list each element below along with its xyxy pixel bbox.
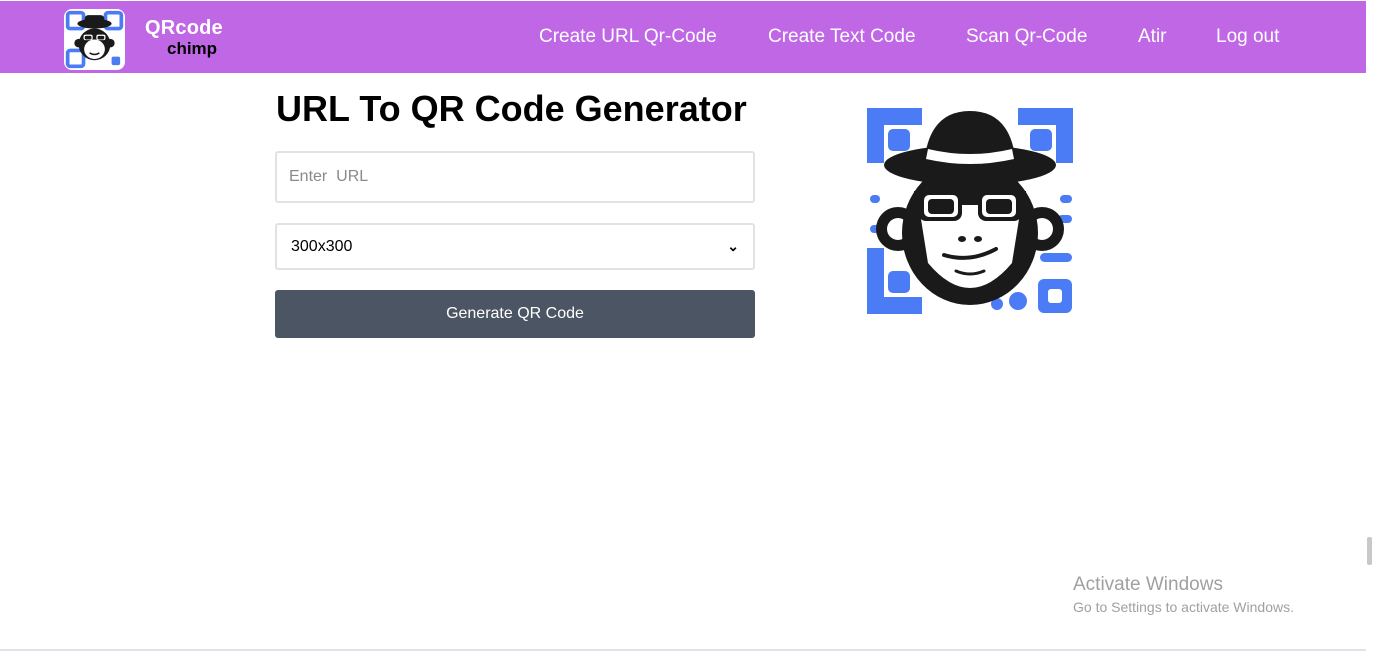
chevron-down-icon: ⌄ [727,238,739,254]
nav-user-atir[interactable]: Atir [1138,26,1167,48]
top-navbar: QRcode chimp Create URL Qr-Code Create T… [0,1,1366,73]
page-title: URL To QR Code Generator [276,88,747,129]
brand-name-top: QRcode [145,17,223,39]
chimp-qr-logo-icon[interactable] [64,9,125,70]
nav-create-url-qr-code[interactable]: Create URL Qr-Code [539,26,717,48]
size-select[interactable]: 300x300 ⌄ [275,223,755,270]
activate-windows-subtitle: Go to Settings to activate Windows. [1073,599,1294,615]
chimp-qr-illustration [862,103,1078,319]
activate-windows-title: Activate Windows [1073,574,1223,595]
url-input[interactable] [275,151,755,203]
brand-name-bottom: chimp [167,39,218,58]
nav-create-text-code[interactable]: Create Text Code [768,26,916,48]
size-select-value: 300x300 [291,237,353,255]
bottom-divider [0,649,1366,651]
generate-qr-code-button[interactable]: Generate QR Code [275,290,755,338]
nav-log-out[interactable]: Log out [1216,26,1279,48]
nav-scan-qr-code[interactable]: Scan Qr-Code [966,26,1087,48]
scrollbar-thumb[interactable] [1367,537,1372,565]
